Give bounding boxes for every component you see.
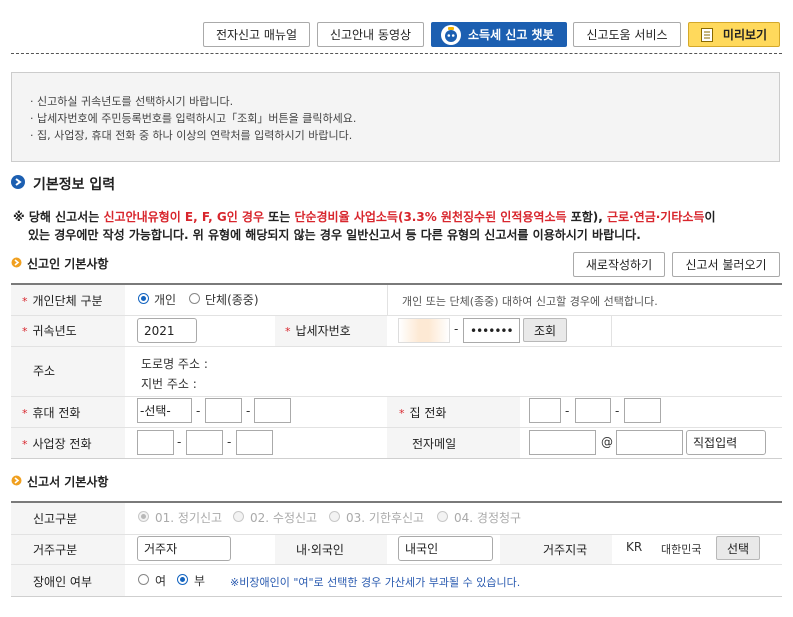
eligibility-warning: ※ 당해 신고서는 신고안내유형이 E, F, G인 경우 또는 단순경비율 사… [13,210,716,224]
category-option: 03. 기한후신고 [346,511,425,525]
disability-note: ※비장애인이 "여"로 선택한 경우 가산세가 부과될 수 있습니다. [230,576,521,589]
email-at-sign: @ [601,435,613,449]
residence-select[interactable]: 거주자 [137,536,231,561]
country-label: 거주지국 [543,543,588,557]
group-radio[interactable] [189,293,200,304]
notice-box: · 신고하실 귀속년도를 선택하시기 바랍니다. · 납세자번호에 주민등록번호… [11,72,780,162]
country-select-button[interactable]: 선택 [716,536,760,560]
chatbot-button[interactable]: 소득세 신고 챗봇 [431,22,567,47]
tax-year-select[interactable]: 2021 [137,318,197,343]
individual-radio[interactable] [138,293,149,304]
category-option: 02. 수정신고 [250,511,318,525]
lookup-button[interactable]: 조회 [523,318,567,342]
residence-label: 거주구분 [33,543,78,557]
table-top-border [11,501,782,503]
disability-yes-radio[interactable] [138,574,149,585]
disability-no-radio[interactable] [177,574,188,585]
country-name: 대한민국 [661,543,702,556]
address-label: 주소 [33,364,56,378]
country-code: KR [626,540,643,554]
home-middle-input[interactable] [575,398,611,423]
mobile-middle-input[interactable] [205,398,242,423]
load-form-button[interactable]: 신고서 불러오기 [672,252,780,277]
taxpayer-number-front-input[interactable] [398,318,450,343]
taxpayer-number-back-input[interactable]: ••••••• [463,318,520,343]
toolbar-divider [11,53,782,54]
report-category-label: 신고구분 [33,512,78,526]
disability-yes-label: 여 [155,574,167,588]
help-service-button[interactable]: 신고도움 서비스 [573,22,681,47]
office-middle-input[interactable] [186,430,223,455]
nationality-select[interactable]: 내국인 [398,536,493,561]
section-bullet-icon [11,475,22,486]
nationality-label: 내·외국인 [296,543,344,557]
table-top-border [11,283,782,285]
new-form-button[interactable]: 새로작성하기 [573,252,665,277]
chatbot-icon [441,24,461,45]
taxpayer-number-label: * 납세자번호 [285,324,351,338]
disability-label: 장애인 여부 [33,575,93,589]
report-section-title: 신고서 기본사항 [27,475,109,489]
tax-year-label: * 귀속년도 [22,324,77,338]
category-amended-radio[interactable] [233,511,244,522]
email-label: 전자메일 [412,437,457,451]
document-icon [700,27,713,42]
notice-item: · 집, 사업장, 휴대 전화 중 하나 이상의 연락처를 입력하시기 바랍니다… [30,129,353,142]
home-phone-label: * 집 전화 [399,406,447,420]
manual-button[interactable]: 전자신고 매뉴얼 [203,22,310,47]
mobile-prefix-select[interactable]: -선택- [137,398,192,423]
office-prefix-input[interactable] [137,430,174,455]
mobile-last-input[interactable] [254,398,291,423]
individual-radio-label: 개인 [154,293,177,307]
filer-section-title: 신고인 기본사항 [27,257,109,271]
category-option: 04. 경정청구 [454,511,522,525]
eligibility-warning-line2: 있는 경우에만 작성 가능합니다. 위 유형에 해당되지 않는 경우 일반신고서… [28,228,641,242]
office-last-input[interactable] [236,430,273,455]
category-refund-radio[interactable] [437,511,448,522]
section-bullet-icon [11,257,22,268]
email-domain-input[interactable] [616,430,683,455]
entity-type-help: 개인 또는 단체(종중) 대하여 신고할 경우에 선택합니다. [402,295,658,308]
notice-item: · 신고하실 귀속년도를 선택하시기 바랍니다. [30,95,234,108]
disability-no-label: 부 [194,574,206,588]
email-id-input[interactable] [529,430,596,455]
preview-button[interactable]: 미리보기 [688,22,780,47]
video-guide-button[interactable]: 신고안내 동영상 [317,22,424,47]
chatbot-label: 소득세 신고 챗봇 [468,28,554,42]
label-column-bg [11,285,125,458]
group-radio-label: 단체(종중) [205,293,259,307]
preview-label: 미리보기 [722,28,768,42]
notice-item: · 납세자번호에 주민등록번호를 입력하시고「조회」버튼을 클릭하세요. [30,112,357,125]
lot-address-text: 지번 주소 : [141,377,197,391]
home-last-input[interactable] [624,398,661,423]
road-address-text: 도로명 주소 : [141,357,208,371]
entity-type-label: * 개인단체 구분 [22,294,103,308]
arrow-circle-icon [11,175,25,189]
mobile-phone-label: * 휴대 전화 [22,406,81,420]
email-domain-select[interactable]: 직접입력 [686,430,766,455]
office-phone-label: * 사업장 전화 [22,437,92,451]
home-prefix-input[interactable] [529,398,561,423]
basic-info-title: 기본정보 입력 [33,177,116,193]
category-late-radio[interactable] [329,511,340,522]
dash-separator: - [454,322,459,336]
category-regular-radio[interactable] [138,511,149,522]
category-option: 01. 정기신고 [155,511,223,525]
